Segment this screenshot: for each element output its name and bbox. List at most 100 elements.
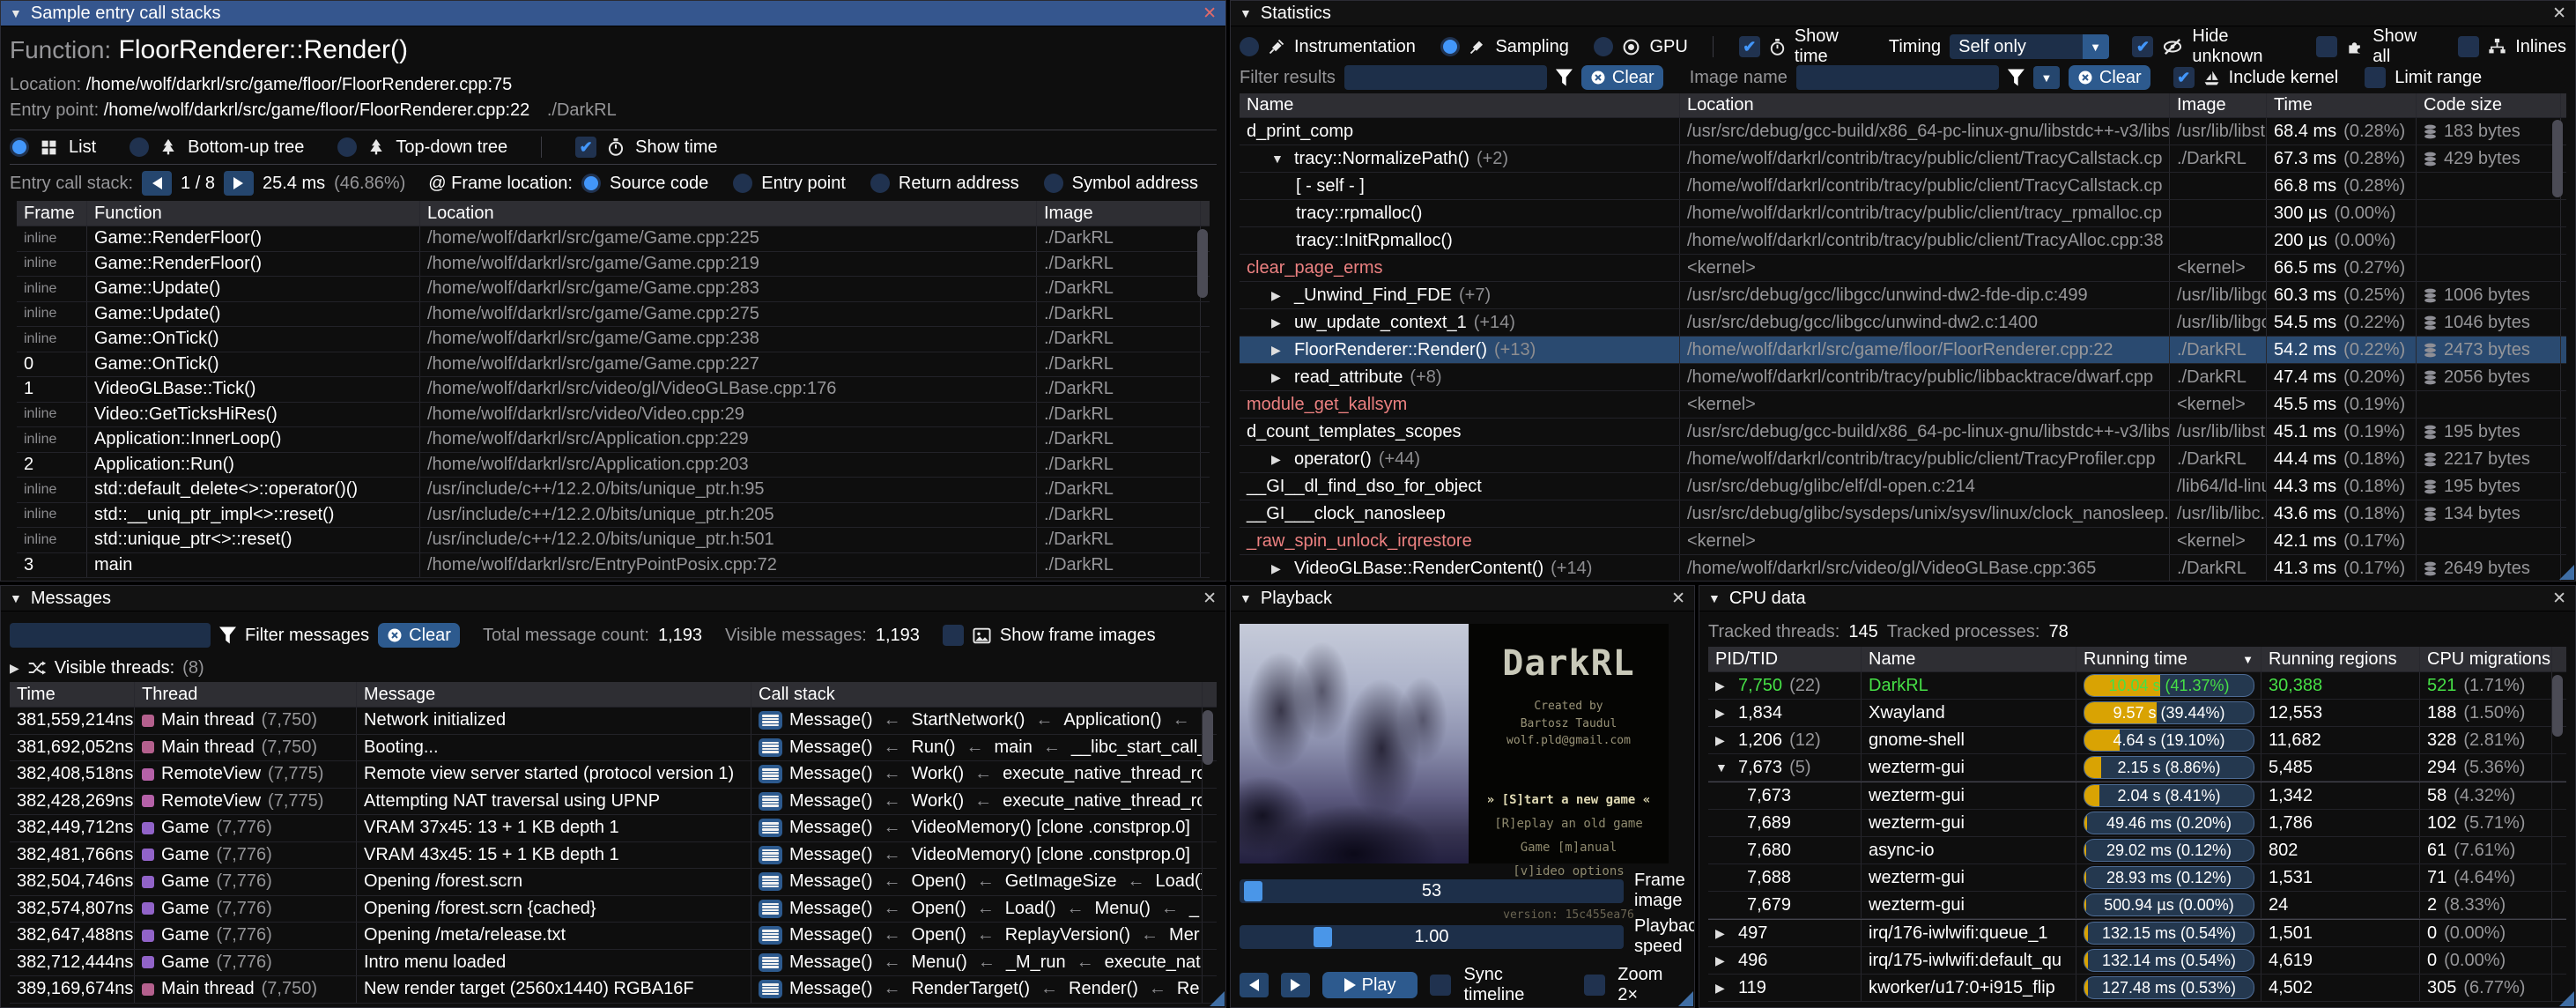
hide-unknown-checkbox[interactable]: ✔ — [2132, 36, 2153, 57]
stack-frame[interactable]: __libc_start_call_ — [1071, 737, 1203, 758]
message-filter-input[interactable] — [10, 623, 211, 648]
stack-frame[interactable]: Render() — [1069, 979, 1138, 999]
frame-loc-option[interactable]: Source code — [610, 174, 708, 194]
callstack-icon[interactable] — [759, 819, 782, 837]
expand-icon[interactable]: ▶ — [1715, 953, 1731, 968]
radio-sampling[interactable] — [1440, 37, 1460, 56]
show-frame-images-checkbox[interactable] — [943, 625, 964, 646]
callstack-icon[interactable] — [759, 792, 782, 811]
message-row[interactable]: 382,647,488nsGame(7,776)Opening /meta/re… — [10, 923, 1217, 950]
stack-frame[interactable]: Open() — [911, 871, 966, 892]
column-header[interactable]: Time — [10, 682, 135, 707]
sort-desc-icon[interactable]: ▼ — [2242, 653, 2254, 666]
cpu-row[interactable]: 7,673wezterm-gui2.04 s (8.41%)1,34258(4.… — [1708, 782, 2566, 810]
column-header[interactable]: Code size — [2417, 93, 2561, 117]
stack-frame[interactable]: RenderTarget() — [911, 979, 1030, 999]
cpu-row[interactable]: ▼7,673(5)wezterm-gui2.15 s (8.86%)5,4852… — [1708, 754, 2566, 782]
stack-frame[interactable]: Message() — [789, 899, 872, 919]
table-row[interactable]: inlineGame::OnTick()/home/wolf/darkrl/sr… — [17, 327, 1210, 352]
stack-frame[interactable]: VideoMemory() [clone .constprop.0] — [911, 845, 1189, 865]
filter-results-input[interactable] — [1344, 65, 1547, 90]
column-header[interactable]: Name — [1240, 93, 1680, 117]
collapse-icon[interactable]: ▼ — [10, 6, 22, 20]
callstack-icon[interactable] — [759, 846, 782, 864]
expand-icon[interactable]: ▶ — [1715, 678, 1731, 693]
expand-icon[interactable]: ▶ — [1715, 706, 1731, 721]
stack-frame[interactable]: Run() — [911, 737, 955, 758]
collapse-icon[interactable]: ▼ — [1240, 6, 1252, 20]
resize-grip[interactable] — [2559, 565, 2574, 580]
stack-frame[interactable]: Work() — [911, 791, 964, 812]
close-icon[interactable]: ✕ — [1203, 589, 1217, 609]
table-row[interactable]: ▶_Unwind_Find_FDE(+7)/usr/src/debug/gcc/… — [1240, 282, 2566, 309]
cpu-row[interactable]: 7,689wezterm-gui49.46 ms (0.20%)1,786102… — [1708, 810, 2566, 837]
stack-frame[interactable]: Open() — [911, 899, 966, 919]
radio-instrumentation[interactable] — [1240, 37, 1259, 56]
table-row[interactable]: inlinestd::default_delete<>::operator()(… — [17, 478, 1210, 503]
table-row[interactable]: d_count_templates_scopes/usr/src/debug/g… — [1240, 419, 2566, 446]
message-row[interactable]: 382,428,269nsRemoteView(7,775)Attempting… — [10, 789, 1217, 816]
next-frame-button[interactable] — [1281, 973, 1310, 997]
column-header[interactable]: Running time▼ — [2076, 647, 2261, 671]
message-row[interactable]: 382,449,712nsGame(7,776)VRAM 37x45: 13 +… — [10, 815, 1217, 842]
stack-frame[interactable]: Message() — [789, 791, 872, 812]
funnel-icon[interactable] — [1556, 69, 1573, 87]
cpu-row[interactable]: ▶7,750(22)DarkRL10.04 s (41.37%)30,38852… — [1708, 672, 2566, 700]
resize-grip[interactable] — [2559, 991, 2574, 1006]
clear-filter-button[interactable]: Clear — [1581, 65, 1663, 90]
stack-frame[interactable]: Message() — [789, 979, 872, 999]
column-header[interactable]: Running regions — [2261, 647, 2420, 671]
column-header[interactable]: Location — [1680, 93, 2170, 117]
cpu-row[interactable]: ▶1,834Xwayland9.57 s (39.44%)12,553188(1… — [1708, 700, 2566, 727]
stack-frame[interactable]: main — [995, 737, 1033, 758]
callstack-icon[interactable] — [759, 980, 782, 998]
column-header[interactable]: Location — [420, 201, 1037, 226]
message-row[interactable]: 382,574,807nsGame(7,776)Opening /forest.… — [10, 896, 1217, 923]
view-bottom-up-label[interactable]: Bottom-up tree — [188, 137, 304, 158]
table-row[interactable]: inlinestd::unique_ptr<>::reset()/usr/inc… — [17, 528, 1210, 553]
visible-threads-label[interactable]: Visible threads: — [55, 658, 174, 678]
image-filter-dropdown-button[interactable]: ▼ — [2033, 66, 2060, 89]
resize-grip[interactable] — [1678, 991, 1693, 1006]
expand-icon[interactable]: ▶ — [10, 661, 19, 676]
sync-timeline-label[interactable]: Sync timeline — [1463, 965, 1565, 1005]
expand-icon[interactable]: ▶ — [1271, 288, 1287, 303]
inlines-label[interactable]: Inlines — [2515, 37, 2566, 57]
table-row[interactable]: ▶read_attribute(+8)/home/wolf/darkrl/con… — [1240, 364, 2566, 391]
show-time-label[interactable]: Show time — [635, 137, 717, 158]
view-list-label[interactable]: List — [69, 137, 96, 158]
column-header[interactable]: Function — [87, 201, 420, 226]
callstack-icon[interactable] — [759, 926, 782, 945]
column-header[interactable]: Image — [2170, 93, 2267, 117]
funnel-icon[interactable] — [219, 626, 236, 645]
table-row[interactable]: inlineGame::Update()/home/wolf/darkrl/sr… — [17, 302, 1210, 328]
slider-grab[interactable] — [1244, 881, 1262, 901]
cpu-row[interactable]: ▶496irq/175-iwlwifi:default_qu132.14 ms … — [1708, 947, 2566, 975]
table-row[interactable]: tracy::InitRpmalloc()/home/wolf/darkrl/c… — [1240, 227, 2566, 255]
show-time-checkbox[interactable]: ✔ — [575, 137, 596, 158]
table-row[interactable]: ▶VideoGLBase::RenderContent()(+14)/home/… — [1240, 555, 2566, 581]
close-icon[interactable]: ✕ — [1671, 589, 1685, 609]
stack-frame[interactable]: Work() — [911, 764, 964, 784]
image-name-input[interactable] — [1796, 65, 1999, 90]
callstack-icon[interactable] — [759, 711, 782, 730]
column-header[interactable]: Call stack — [751, 682, 1203, 707]
clear-messages-button[interactable]: Clear — [378, 623, 460, 648]
column-header[interactable]: Thread — [135, 682, 357, 707]
stack-frame[interactable]: Message() — [789, 952, 872, 973]
sampling-label[interactable]: Sampling — [1495, 37, 1568, 57]
frame-image-slider[interactable]: 53 — [1240, 879, 1624, 903]
resize-grip[interactable] — [1210, 991, 1225, 1006]
stack-frame[interactable]: execute_native_thread_ro — [1003, 791, 1203, 812]
table-row[interactable]: module_get_kallsym<kernel><kernel>45.5 m… — [1240, 391, 2566, 419]
scrollbar-thumb[interactable] — [2552, 120, 2563, 197]
column-header[interactable]: Message — [357, 682, 751, 707]
show-all-checkbox[interactable] — [2316, 36, 2337, 57]
gpu-label[interactable]: GPU — [1649, 37, 1687, 57]
table-row[interactable]: ▼tracy::NormalizePath()(+2)/home/wolf/da… — [1240, 145, 2566, 173]
next-stack-button[interactable] — [224, 171, 254, 196]
stack-frame[interactable]: ReplayVersion() — [1005, 925, 1130, 945]
view-top-down-label[interactable]: Top-down tree — [396, 137, 507, 158]
expand-icon[interactable]: ▼ — [1715, 760, 1731, 775]
column-header[interactable]: Time — [2267, 93, 2417, 117]
